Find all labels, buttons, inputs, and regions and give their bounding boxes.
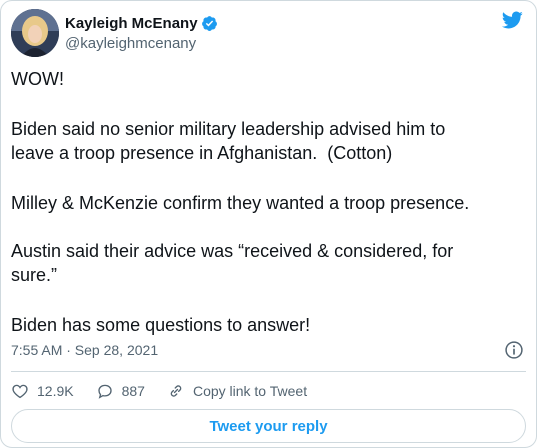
- tweet-paragraph: Austin said their advice was “received &…: [11, 241, 454, 285]
- copy-link-label: Copy link to Tweet: [192, 383, 308, 399]
- twitter-bird-icon[interactable]: [500, 9, 524, 31]
- verified-badge-icon: [201, 15, 218, 32]
- divider: [11, 371, 526, 372]
- tweet-paragraph: Biden said no senior military leadership…: [11, 119, 446, 163]
- like-button[interactable]: 12.9K: [11, 382, 74, 400]
- reply-bubble-icon: [97, 384, 112, 399]
- tweet-timestamp[interactable]: 7:55 AM · Sep 28, 2021: [11, 342, 158, 358]
- tweet-paragraph: Biden has some questions to answer!: [11, 315, 311, 335]
- link-icon: [170, 385, 182, 397]
- avatar[interactable]: [11, 9, 59, 57]
- action-bar: 12.9K 887 Copy link to Tweet: [11, 380, 329, 402]
- author-handle[interactable]: @kayleighmcenany: [65, 35, 196, 52]
- tweet-header: Kayleigh McEnany @kayleighmcenany: [11, 9, 526, 57]
- tweet-card: Kayleigh McEnany @kayleighmcenany WOW! B…: [0, 0, 537, 448]
- heart-icon: [12, 384, 28, 399]
- author-name[interactable]: Kayleigh McEnany: [65, 15, 198, 32]
- copy-link-button[interactable]: Copy link to Tweet: [167, 382, 307, 400]
- info-icon[interactable]: [504, 340, 524, 360]
- tweet-paragraph: WOW!: [11, 69, 64, 89]
- tweet-paragraph: Milley & McKenzie confirm they wanted a …: [11, 193, 470, 213]
- like-count: 12.9K: [37, 383, 74, 399]
- reply-button[interactable]: 887: [96, 382, 145, 400]
- name-row: Kayleigh McEnany: [65, 13, 218, 33]
- tweet-your-reply-button[interactable]: Tweet your reply: [11, 409, 526, 443]
- reply-count: 887: [121, 383, 145, 399]
